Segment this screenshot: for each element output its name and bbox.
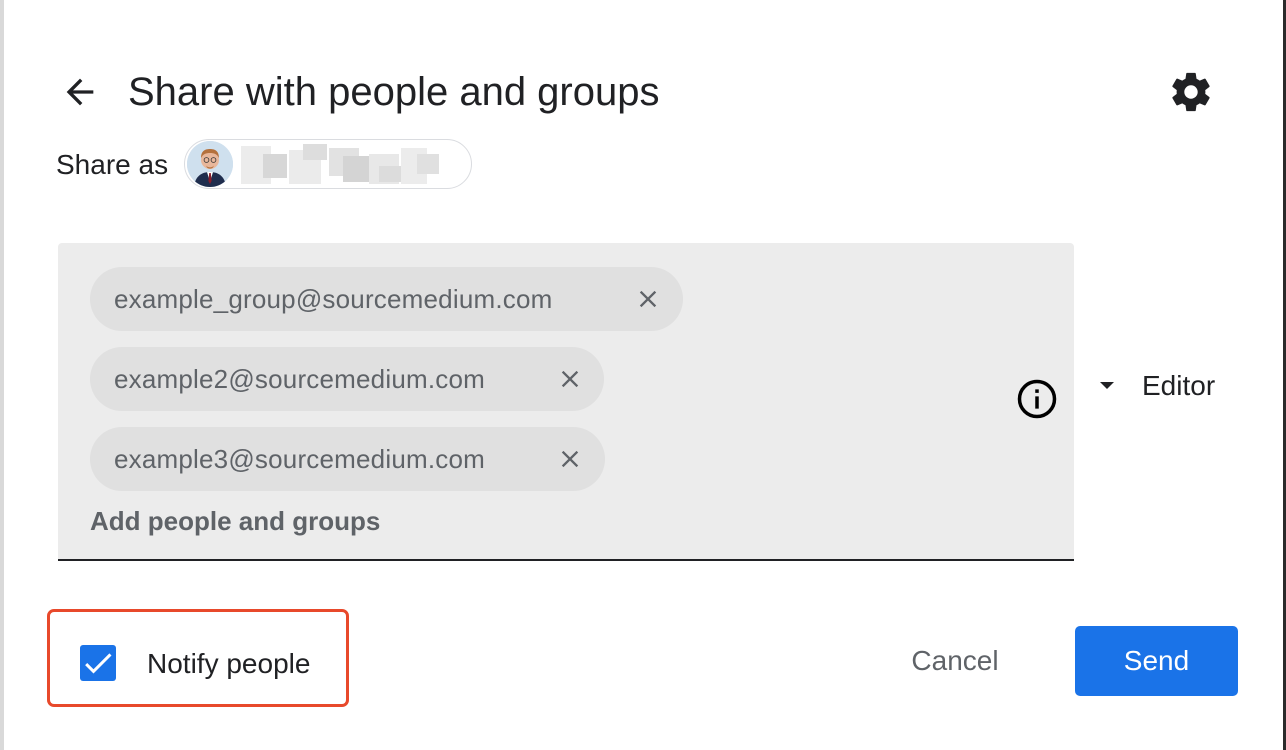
- share-as-label: Share as: [56, 149, 169, 180]
- role-dropdown[interactable]: Editor: [1094, 366, 1234, 406]
- recipient-chip: example3@sourcemedium.com: [90, 427, 605, 491]
- dialog-title: Share with people and groups: [128, 70, 660, 114]
- arrow-back-icon[interactable]: [60, 72, 100, 112]
- add-people-placeholder[interactable]: Add people and groups: [90, 505, 380, 537]
- user-avatar: [187, 141, 233, 187]
- recipient-chip: example_group@sourcemedium.com: [90, 267, 683, 331]
- checkmark-icon: [85, 653, 112, 674]
- gear-icon[interactable]: [1168, 69, 1214, 115]
- close-icon[interactable]: [634, 285, 662, 313]
- notify-highlight: Notify people: [47, 609, 349, 707]
- notify-checkbox[interactable]: [80, 645, 116, 681]
- recipient-email: example2@sourcemedium.com: [114, 363, 485, 394]
- cancel-button[interactable]: Cancel: [884, 626, 1026, 696]
- send-button[interactable]: Send: [1075, 626, 1238, 696]
- info-icon[interactable]: [1016, 378, 1058, 420]
- dropdown-arrow-icon: [1100, 382, 1114, 389]
- recipient-email: example3@sourcemedium.com: [114, 443, 485, 474]
- notify-label[interactable]: Notify people: [147, 647, 310, 681]
- redacted-account-name: [241, 144, 447, 184]
- role-selected-label: Editor: [1142, 370, 1216, 401]
- recipient-chip: example2@sourcemedium.com: [90, 347, 604, 411]
- close-icon[interactable]: [556, 365, 584, 393]
- recipients-field[interactable]: example_group@sourcemedium.com example2@…: [58, 243, 1074, 561]
- recipient-email: example_group@sourcemedium.com: [114, 283, 553, 314]
- close-icon[interactable]: [556, 445, 584, 473]
- share-dialog: Share with people and groups Share as ex…: [4, 0, 1283, 750]
- share-as-account-chip[interactable]: [184, 139, 472, 189]
